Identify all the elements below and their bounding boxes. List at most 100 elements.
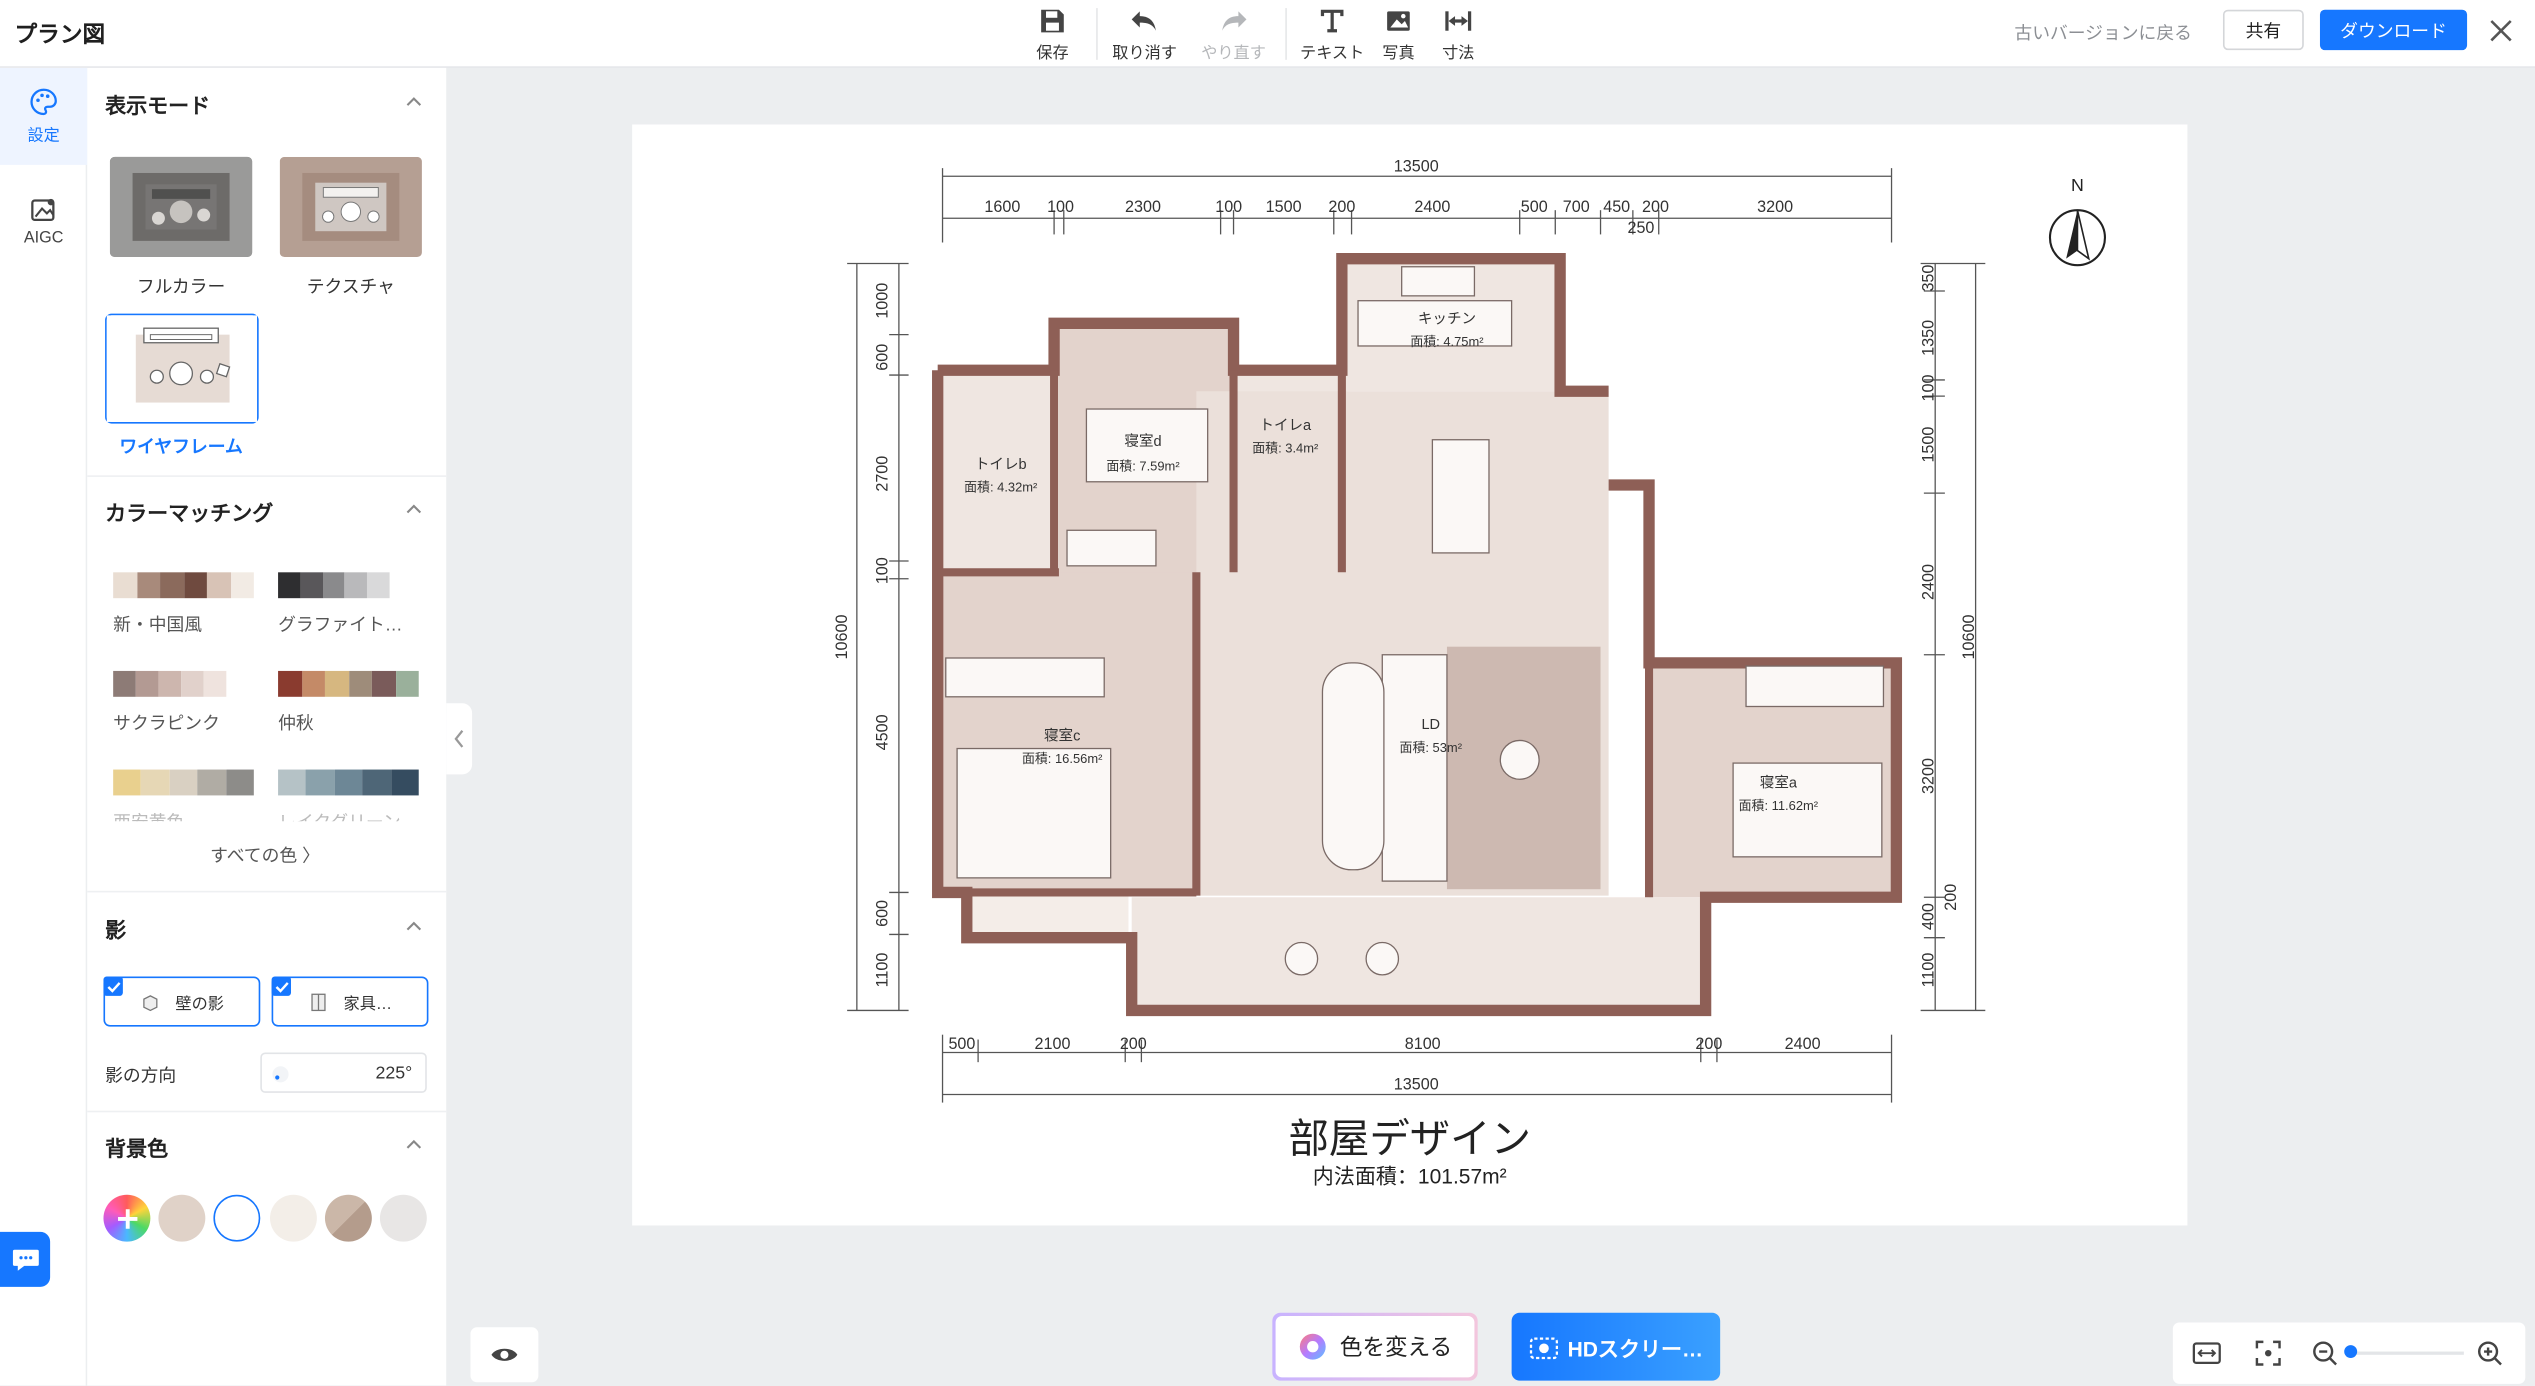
download-button[interactable]: ダウンロード xyxy=(2319,9,2468,51)
zoom-controls xyxy=(2172,1322,2526,1384)
eye-icon xyxy=(491,1348,518,1361)
mode-wireframe-thumb[interactable] xyxy=(105,313,259,424)
svg-text:面積: 4.32m²: 面積: 4.32m² xyxy=(964,479,1038,494)
close-button[interactable] xyxy=(2483,13,2519,49)
rail-item-settings[interactable]: 設定 xyxy=(0,67,88,165)
plan-canvas[interactable]: キッチン 面積: 4.75m² 寝室d 面積: 7.59m² トイレa 面積: … xyxy=(632,124,2188,1226)
palette-swatch[interactable] xyxy=(278,670,419,697)
svg-text:450: 450 xyxy=(1603,198,1630,216)
svg-text:面積: 53m²: 面積: 53m² xyxy=(1400,740,1463,755)
wireframe-preview-icon xyxy=(106,315,258,422)
save-icon xyxy=(1040,5,1066,36)
close-icon xyxy=(2490,20,2512,42)
svg-text:13500: 13500 xyxy=(1394,1076,1439,1094)
wall-shadow-toggle[interactable]: 壁の影 xyxy=(103,976,261,1027)
dimension-icon xyxy=(1444,5,1473,36)
svg-text:2300: 2300 xyxy=(1125,198,1161,216)
palette-swatch[interactable] xyxy=(278,572,390,599)
chat-button[interactable] xyxy=(0,1231,51,1287)
chevron-up-icon[interactable] xyxy=(404,92,423,111)
compass-icon: N xyxy=(2048,175,2106,267)
texture-preview-icon xyxy=(279,156,422,258)
rail-item-aigc[interactable]: AIGC xyxy=(0,173,87,270)
color-wheel-icon xyxy=(1299,1333,1326,1360)
plan-area: 内法面積：101.57m² xyxy=(1312,1164,1507,1189)
dimension-tool-button[interactable]: 寸法 xyxy=(1429,5,1487,63)
chevron-up-icon[interactable] xyxy=(404,1135,423,1154)
hd-screenshot-button[interactable]: HDスクリー… xyxy=(1511,1312,1721,1381)
furniture-shadow-toggle[interactable]: 家具… xyxy=(271,976,429,1027)
svg-text:トイレb: トイレb xyxy=(975,457,1027,473)
old-version-link[interactable]: 古いバージョンに戻る xyxy=(2014,19,2191,45)
palette-swatch[interactable] xyxy=(113,769,254,796)
svg-text:2700: 2700 xyxy=(874,456,892,492)
bg-color-option[interactable] xyxy=(379,1194,427,1242)
svg-text:250: 250 xyxy=(1627,219,1654,237)
svg-text:400: 400 xyxy=(1920,903,1938,930)
svg-text:2400: 2400 xyxy=(1414,198,1450,216)
fullcolor-preview-icon xyxy=(109,156,253,258)
display-mode-heading: 表示モード xyxy=(105,93,211,119)
fit-screen-icon[interactable] xyxy=(2255,1340,2281,1366)
app-title: プラン図 xyxy=(14,21,106,47)
svg-text:1500: 1500 xyxy=(1266,198,1302,216)
shadow-heading: 影 xyxy=(105,918,127,943)
all-colors-link[interactable]: すべての色 〉 xyxy=(210,842,320,868)
palette-swatch[interactable] xyxy=(113,572,254,599)
redo-icon xyxy=(1219,5,1248,36)
checkbox-checked-icon xyxy=(271,976,292,996)
svg-text:2100: 2100 xyxy=(1034,1035,1070,1053)
mode-texture-thumb[interactable] xyxy=(279,156,422,258)
svg-text:100: 100 xyxy=(1047,198,1074,216)
svg-text:10600: 10600 xyxy=(1960,615,1978,660)
svg-text:1600: 1600 xyxy=(984,198,1020,216)
svg-text:200: 200 xyxy=(1942,884,1960,911)
dial-icon xyxy=(272,1066,289,1083)
svg-text:面積: 11.62m²: 面積: 11.62m² xyxy=(1739,798,1819,813)
change-color-button[interactable]: 色を変える xyxy=(1272,1312,1478,1381)
text-icon xyxy=(1319,5,1345,36)
save-button[interactable]: 保存 xyxy=(1019,5,1087,63)
bg-color-option[interactable] xyxy=(324,1194,372,1242)
toolbar: 保存 取り消す やり直す テキスト 写真 寸法 xyxy=(1019,5,1488,63)
redo-button[interactable]: やり直す xyxy=(1192,5,1276,63)
fit-width-icon[interactable] xyxy=(2192,1340,2221,1366)
palette-swatch[interactable] xyxy=(113,670,227,697)
visibility-button[interactable] xyxy=(470,1327,539,1383)
svg-text:350: 350 xyxy=(1920,265,1938,292)
bg-color-option[interactable] xyxy=(158,1194,206,1242)
svg-text:寝室c: 寝室c xyxy=(1044,726,1080,744)
chevron-up-icon[interactable] xyxy=(404,917,423,936)
chat-icon xyxy=(12,1249,38,1271)
settings-panel: 表示モード フルカラー テクスチャ ワイヤフレーム カラーマッチング 新・中国風… xyxy=(87,67,447,1386)
svg-text:寝室a: 寝室a xyxy=(1760,773,1798,791)
svg-text:面積: 4.75m²: 面積: 4.75m² xyxy=(1410,334,1484,349)
custom-color-button[interactable] xyxy=(103,1194,151,1242)
svg-text:2400: 2400 xyxy=(1785,1035,1821,1053)
photo-tool-button[interactable]: 写真 xyxy=(1368,5,1429,63)
zoom-slider-track[interactable] xyxy=(2347,1351,2464,1355)
palette-swatch[interactable] xyxy=(278,769,419,796)
svg-text:キッチン: キッチン xyxy=(1418,311,1476,327)
svg-text:1000: 1000 xyxy=(874,283,892,319)
undo-button[interactable]: 取り消す xyxy=(1107,5,1181,63)
zoom-slider-handle[interactable] xyxy=(2344,1345,2358,1359)
bg-color-option-selected[interactable] xyxy=(213,1194,261,1242)
svg-text:3200: 3200 xyxy=(1757,198,1793,216)
chevron-up-icon[interactable] xyxy=(404,500,423,519)
svg-text:4500: 4500 xyxy=(874,714,892,750)
shadow-direction-input[interactable]: 225° xyxy=(260,1052,427,1093)
svg-text:200: 200 xyxy=(1695,1035,1722,1053)
text-tool-button[interactable]: テキスト xyxy=(1297,5,1368,63)
zoom-in-icon[interactable] xyxy=(2477,1340,2503,1366)
share-button[interactable]: 共有 xyxy=(2222,9,2304,51)
top-bar: プラン図 保存 取り消す やり直す テキスト 写真 寸法 古いバージョンに戻る … xyxy=(0,0,2535,68)
collapse-panel-button[interactable] xyxy=(446,703,473,775)
svg-text:3200: 3200 xyxy=(1920,758,1938,794)
mode-fullcolor-thumb[interactable] xyxy=(109,156,253,258)
photo-icon xyxy=(1386,5,1412,36)
color-matching-heading: カラーマッチング xyxy=(105,501,274,526)
zoom-out-icon[interactable] xyxy=(2312,1340,2338,1366)
svg-text:600: 600 xyxy=(874,344,892,371)
bg-color-option[interactable] xyxy=(269,1194,317,1242)
